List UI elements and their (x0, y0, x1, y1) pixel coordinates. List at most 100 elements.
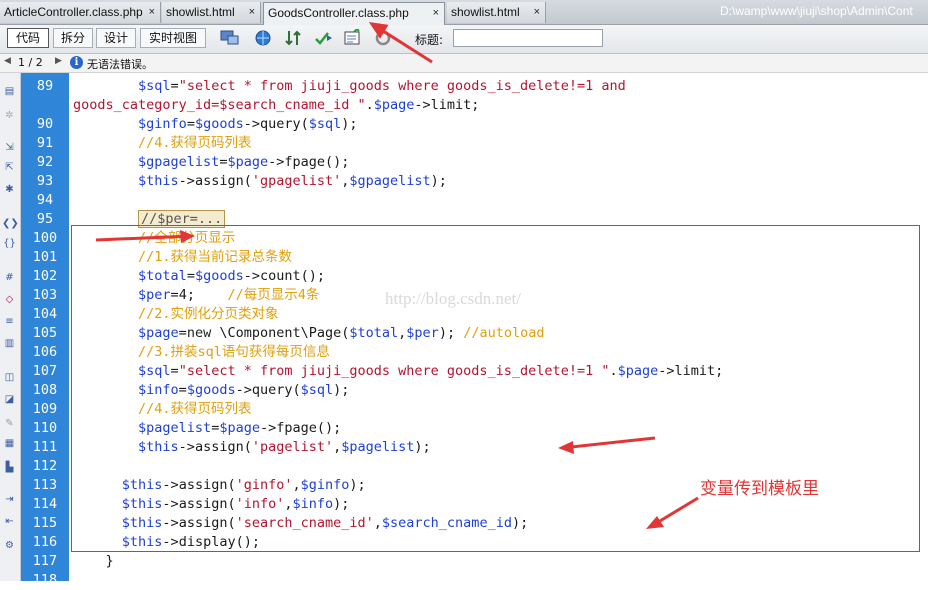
word-wrap-icon[interactable]: ≡ (2, 315, 17, 329)
open-documents-icon[interactable]: ▤ (2, 85, 17, 99)
indent-code-icon[interactable]: ⇥ (2, 493, 17, 507)
tab-showlist-2[interactable]: showlist.html × (447, 2, 546, 23)
title-input[interactable] (453, 29, 603, 47)
document-tab-bar: ArticleController.class.php × showlist.h… (0, 0, 928, 25)
line-number: 101 (32, 249, 58, 265)
code-token: . (365, 97, 374, 113)
line-number-gutter: 89 90 91 92 93 94 95 100 101 102 103 104 105 106 107 10… (21, 73, 69, 588)
code-token: = (186, 116, 195, 132)
code-token: $this (138, 173, 179, 189)
multiscreen-icon[interactable] (220, 29, 240, 47)
line-number: 117 (32, 553, 58, 569)
line-number: 113 (32, 477, 58, 493)
line-number: 111 (32, 439, 58, 455)
remove-comment-icon[interactable]: ◪ (2, 393, 17, 407)
annotation-label: 变量传到模板里 (700, 479, 819, 499)
tab-showlist-1[interactable]: showlist.html × (162, 2, 261, 23)
code-line[interactable]: $gpagelist=$page->fpage(); (73, 153, 349, 172)
expand-all-icon[interactable]: ✱ (2, 183, 17, 197)
info-icon: i (70, 56, 83, 69)
line-number: 94 (36, 192, 54, 208)
line-number: 110 (32, 420, 58, 436)
line-numbers-icon[interactable]: # (2, 271, 17, 285)
code-token: -> (414, 97, 431, 113)
line-number: 114 (32, 496, 58, 512)
code-token: -> (243, 116, 260, 132)
line-number: 89 (36, 78, 54, 94)
collapse-tag-icon[interactable]: ⇲ (2, 141, 17, 155)
validate-icon[interactable] (314, 29, 334, 47)
close-icon[interactable]: × (149, 2, 155, 22)
code-token: $page (227, 154, 269, 170)
code-token: fpage(); (284, 154, 350, 170)
apply-comment-icon[interactable]: ◫ (2, 371, 17, 385)
code-token: limit; (430, 97, 480, 113)
coding-toolbar: ▤ ✲ ⇲ ⇱ ✱ ❮❯ {} # ◇ ≡ ▥ ◫ ◪ ✎ ▦ ▙ ⇥ ⇤ ⚙ (0, 73, 21, 581)
tab-article-controller[interactable]: ArticleController.class.php × (0, 2, 161, 23)
code-token: goods_category_id=$search_cname_id " (73, 97, 366, 113)
globe-icon[interactable] (254, 29, 274, 47)
highlight-box (71, 225, 920, 552)
code-token: $page (373, 97, 415, 113)
sort-icon[interactable] (284, 29, 304, 47)
move-css-icon[interactable]: ▙ (2, 461, 17, 475)
page-indicator: 1 / 2 (18, 56, 43, 69)
refresh-icon[interactable] (374, 29, 394, 47)
line-number: 102 (32, 268, 58, 284)
code-line[interactable]: goods_category_id=$search_cname_id ".$pa… (73, 96, 479, 115)
line-number (21, 96, 69, 115)
code-token: //4.获得页码列表 (138, 135, 252, 151)
collapse-selection-icon[interactable]: ⇱ (2, 161, 17, 175)
close-icon[interactable]: × (249, 2, 255, 22)
code-token: } (105, 553, 114, 569)
code-view-button[interactable]: 代码 (7, 28, 49, 48)
split-view-button[interactable]: 拆分 (53, 28, 93, 48)
code-token: -> (178, 173, 195, 189)
line-number: 93 (36, 173, 54, 189)
balance-braces-icon[interactable]: {} (2, 237, 17, 251)
syntax-status-message: 无语法错误。 (87, 58, 153, 71)
watermark: http://blog.csdn.net/ (385, 289, 521, 308)
line-number: 104 (32, 306, 58, 322)
code-line[interactable]: $sql="select * from jiuji_goods where go… (73, 77, 626, 96)
code-token: 'gpagelist' (251, 173, 342, 189)
line-number: 109 (32, 401, 58, 417)
checklist-icon[interactable] (343, 29, 363, 47)
show-code-navigator-icon[interactable]: ✲ (2, 109, 17, 123)
line-number: 108 (32, 382, 58, 398)
code-token: -> (268, 154, 285, 170)
syntax-error-alerts-icon[interactable]: ▥ (2, 337, 17, 351)
line-number: 103 (32, 287, 58, 303)
live-view-button[interactable]: 实时视图 (140, 28, 206, 48)
status-strip: ◀ 1 / 2 ▶ i 无语法错误。 (0, 54, 928, 73)
design-view-button[interactable]: 设计 (96, 28, 136, 48)
highlight-invalid-code-icon[interactable]: ◇ (2, 293, 17, 307)
code-token: $sql (308, 116, 342, 132)
line-number: 92 (36, 154, 54, 170)
code-token: $ginfo (138, 116, 187, 132)
next-page-icon[interactable]: ▶ (55, 56, 62, 66)
line-number: 100 (32, 230, 58, 246)
code-token: $gpagelist (138, 154, 220, 170)
code-token: $gpagelist (349, 173, 431, 189)
code-line[interactable]: $this->assign('gpagelist',$gpagelist); (73, 172, 447, 191)
code-token: "select * from jiuji_goods where goods_i… (178, 78, 626, 94)
select-parent-tag-icon[interactable]: ❮❯ (2, 217, 19, 231)
format-source-icon[interactable]: ⚙ (2, 539, 17, 553)
tab-label: showlist.html (166, 5, 235, 19)
tab-goods-controller[interactable]: GoodsController.class.php × (263, 2, 445, 25)
prev-page-icon[interactable]: ◀ (4, 56, 11, 66)
code-line[interactable]: } (73, 552, 114, 571)
recent-snippets-icon[interactable]: ▦ (2, 437, 17, 451)
code-token: query( (260, 116, 309, 132)
outdent-code-icon[interactable]: ⇤ (2, 515, 17, 529)
code-line[interactable]: $ginfo=$goods->query($sql); (73, 115, 358, 134)
close-icon[interactable]: × (433, 3, 439, 23)
code-line[interactable]: //4.获得页码列表 (73, 134, 252, 153)
code-token: ); (341, 116, 358, 132)
wrap-tag-icon[interactable]: ✎ (2, 417, 17, 431)
close-icon[interactable]: × (534, 2, 540, 22)
